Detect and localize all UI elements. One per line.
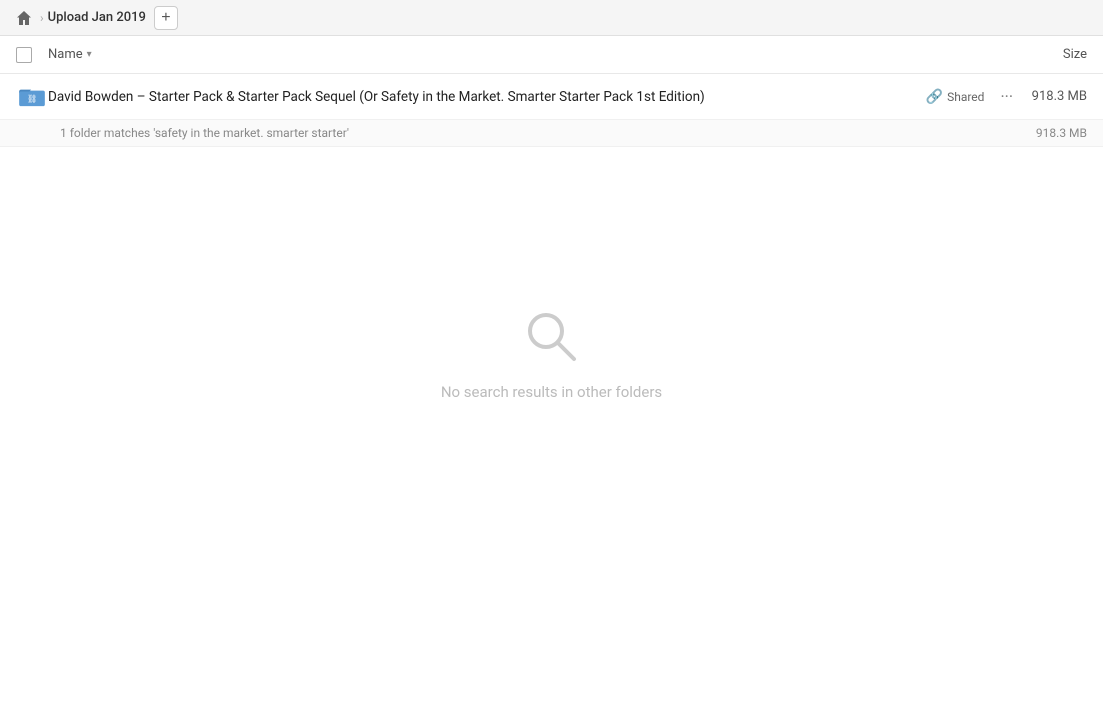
select-all-checkbox-col [16,47,48,63]
file-actions: 🔗 Shared ··· [926,85,1017,108]
size-column-header: Size [1063,47,1087,62]
name-label: Name [48,47,83,62]
match-text: 1 folder matches 'safety in the market. … [60,126,1017,140]
empty-state: No search results in other folders [0,307,1103,401]
file-size: 918.3 MB [1017,89,1087,104]
header-bar: › Upload Jan 2019 + [0,0,1103,36]
file-name: David Bowden – Starter Pack & Starter Pa… [48,89,914,105]
empty-state-text: No search results in other folders [441,383,662,401]
name-column-header[interactable]: Name ▾ [48,47,92,62]
shared-folder-icon: ⛓ [19,86,45,108]
size-label: Size [1063,47,1087,62]
more-options-button[interactable]: ··· [996,85,1017,108]
home-icon [16,10,32,26]
match-size: 918.3 MB [1017,126,1087,140]
shared-badge: 🔗 Shared [926,89,985,105]
home-button[interactable] [12,6,36,30]
sort-arrow: ▾ [87,49,92,60]
file-row[interactable]: ⛓ David Bowden – Starter Pack & Starter … [0,74,1103,120]
shared-label: Shared [947,90,984,104]
breadcrumb-separator: › [40,11,44,25]
file-icon-wrap: ⛓ [16,86,48,108]
select-all-checkbox[interactable] [16,47,32,63]
svg-text:⛓: ⛓ [27,93,37,103]
breadcrumb-label: Upload Jan 2019 [48,10,146,25]
match-row: 1 folder matches 'safety in the market. … [0,120,1103,147]
add-button[interactable]: + [154,6,178,30]
link-icon: 🔗 [926,89,943,105]
empty-search-icon [522,307,582,367]
column-headers: Name ▾ Size [0,36,1103,74]
